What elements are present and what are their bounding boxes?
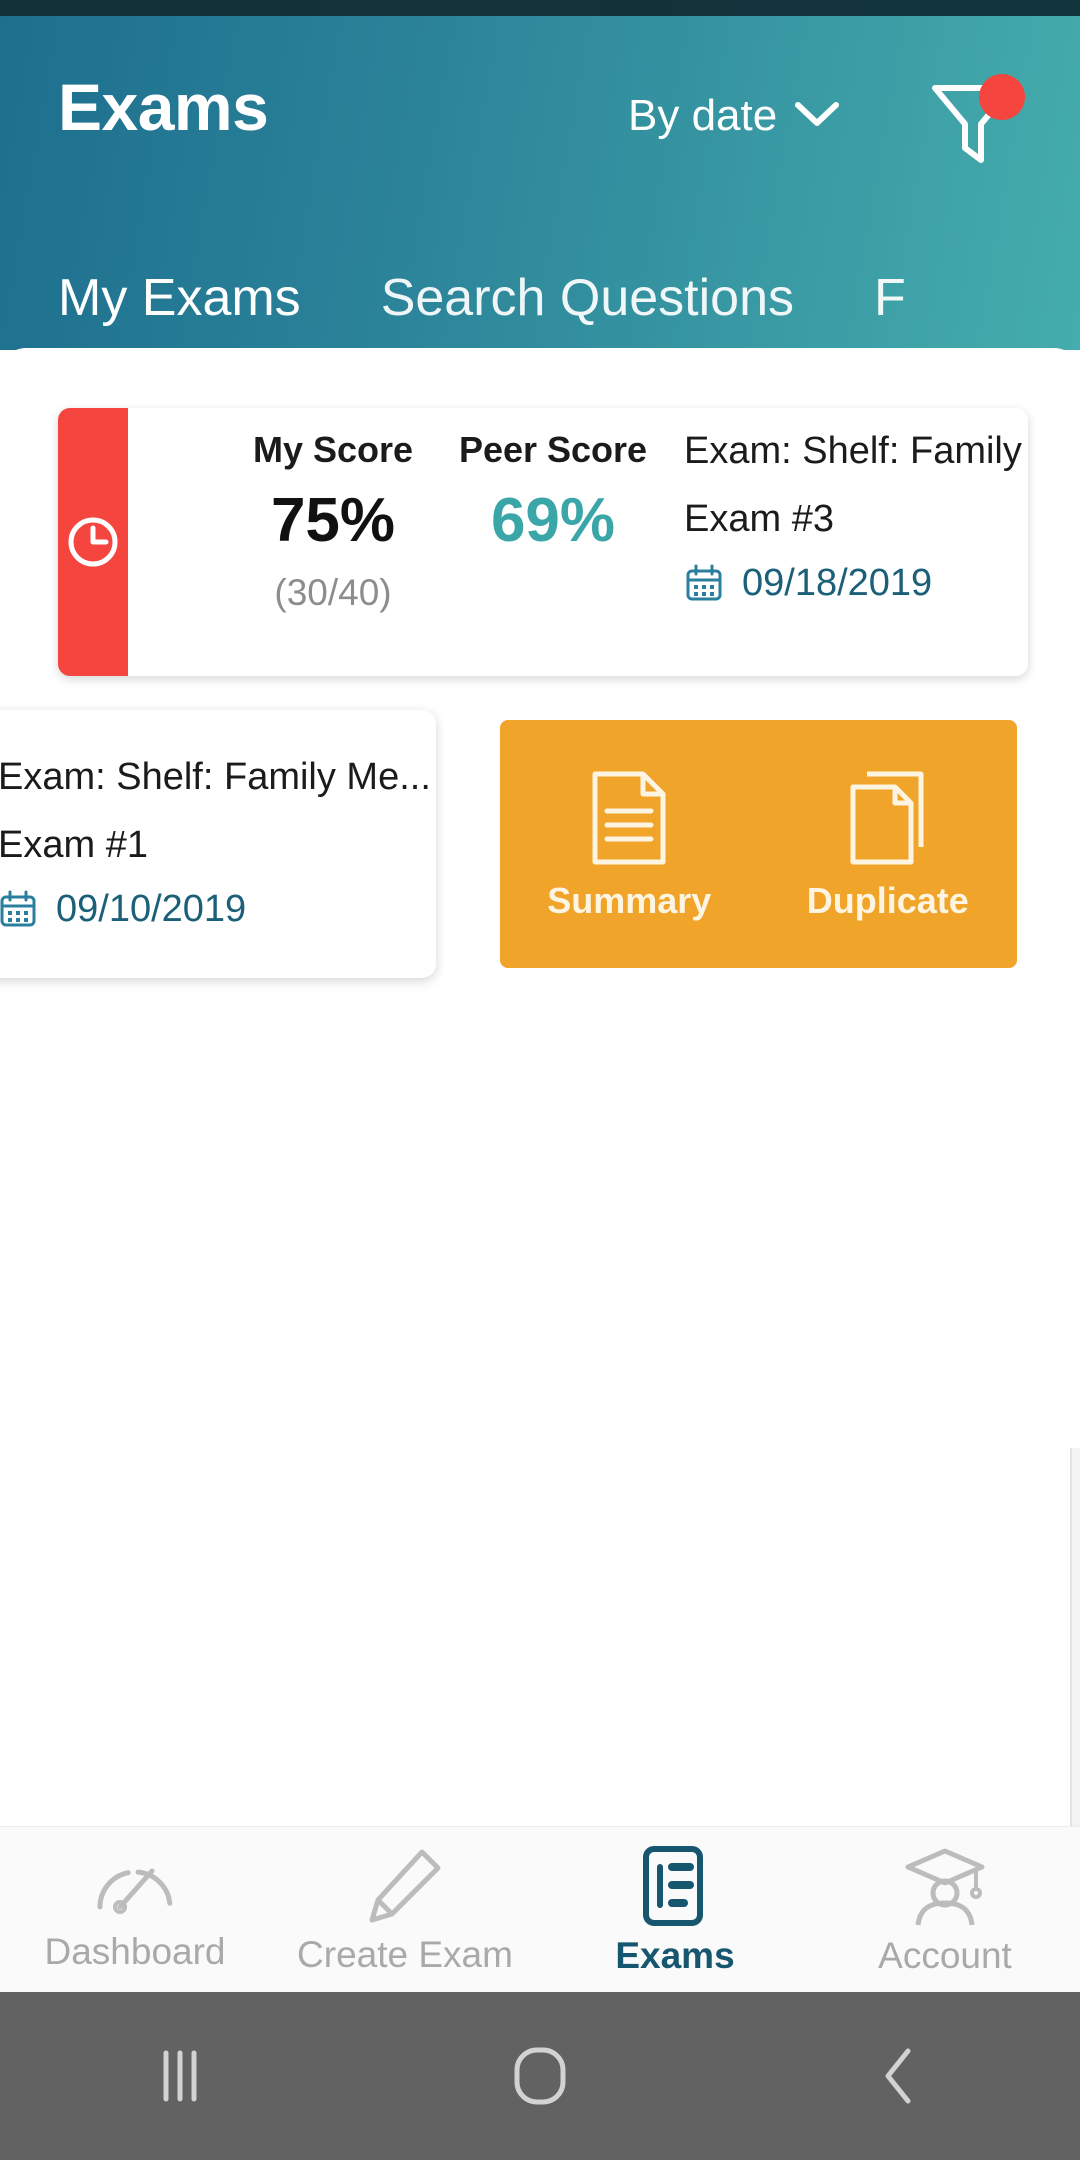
second-exam-row: Exam: Shelf: Family Me... Exam #1 09/10/… <box>0 710 1080 978</box>
copy-documents-icon <box>850 771 924 865</box>
status-stripe <box>58 408 128 676</box>
graduate-icon <box>905 1848 985 1926</box>
vertical-bars-icon <box>163 2050 197 2102</box>
android-system-bar <box>0 1992 1080 2160</box>
bottom-navigation: Dashboard Create Exam Exams Account <box>0 1826 1080 1992</box>
my-score-fraction: (30/40) <box>274 571 392 613</box>
peer-score-value: 69% <box>490 485 616 555</box>
exam-papers-icon <box>643 1846 703 1926</box>
sort-label: By date <box>628 91 778 140</box>
scrollbar[interactable] <box>1070 1448 1080 1848</box>
calendar-icon <box>0 890 36 927</box>
sort-by-date-dropdown[interactable]: By date <box>628 94 841 138</box>
tab-bar: My Exams Search Questions F <box>0 246 1080 350</box>
exam-card-date: 09/10/2019 <box>56 888 247 931</box>
exam-date: 09/18/2019 <box>742 562 933 605</box>
peer-score-column: Peer Score 69% <box>448 430 658 552</box>
calendar-icon <box>686 564 722 601</box>
recents-button[interactable] <box>0 2047 360 2105</box>
duplicate-button[interactable]: Duplicate <box>773 769 1003 919</box>
content-sheet: My Score 75% (30/40) Peer Score 69% Exam… <box>0 348 1080 1848</box>
home-button[interactable] <box>360 2045 720 2107</box>
nav-item-account[interactable]: Account <box>810 1845 1080 1974</box>
score-card-body: My Score 75% (30/40) Peer Score 69% Exam… <box>128 408 1028 676</box>
nav-item-create-exam[interactable]: Create Exam <box>270 1846 540 1973</box>
tab-search-questions[interactable]: Search Questions <box>381 272 794 324</box>
my-score-label: My Score <box>252 429 414 470</box>
summary-label: Summary <box>547 880 712 921</box>
exam-card[interactable]: Exam: Shelf: Family Me... Exam #1 09/10/… <box>0 710 436 978</box>
tab-overflow[interactable]: F <box>874 272 906 324</box>
my-score-column: My Score 75% (30/40) <box>228 430 438 611</box>
chevron-down-icon <box>793 99 841 134</box>
app-header: Exams By date My Exams Search Questions … <box>0 16 1080 350</box>
exam-date-row: 09/18/2019 <box>684 563 1028 603</box>
nav-item-dashboard[interactable]: Dashboard <box>0 1849 270 1970</box>
tab-my-exams[interactable]: My Exams <box>58 272 301 324</box>
nav-label-create-exam: Create Exam <box>297 1934 513 1975</box>
exam-actions-panel: Summary Duplicate <box>500 720 1017 968</box>
exam-score-card[interactable]: My Score 75% (30/40) Peer Score 69% Exam… <box>58 408 1028 676</box>
filter-button[interactable] <box>925 74 1025 168</box>
nav-label-dashboard: Dashboard <box>44 1931 226 1972</box>
filter-badge <box>979 74 1025 120</box>
status-bar <box>0 0 1080 16</box>
chevron-left-icon <box>885 2048 911 2104</box>
page-title: Exams <box>58 70 269 144</box>
peer-score-label: Peer Score <box>458 429 648 470</box>
exam-card-date-row: 09/10/2019 <box>0 889 436 929</box>
app-screen: Exams By date My Exams Search Questions … <box>0 0 1080 2160</box>
nav-label-exams: Exams <box>615 1935 735 1976</box>
pencil-icon <box>369 1849 441 1923</box>
nav-item-exams[interactable]: Exams <box>540 1845 810 1974</box>
exam-title: Exam: Shelf: Family Me... <box>684 430 1028 472</box>
exam-info-column: Exam: Shelf: Family Me... Exam #3 <box>684 430 1028 603</box>
back-button[interactable] <box>720 2045 1080 2107</box>
my-score-value: 75% <box>270 485 396 555</box>
nav-label-account: Account <box>878 1935 1012 1976</box>
rounded-square-icon <box>514 2047 566 2105</box>
duplicate-label: Duplicate <box>806 880 969 921</box>
document-lines-icon <box>592 771 666 865</box>
gauge-icon <box>97 1868 173 1914</box>
clock-icon <box>68 517 118 567</box>
exam-card-number: Exam #1 <box>0 823 148 866</box>
exam-number: Exam #3 <box>684 497 834 540</box>
exam-card-title: Exam: Shelf: Family Me... <box>0 756 431 798</box>
summary-button[interactable]: Summary <box>514 769 744 919</box>
